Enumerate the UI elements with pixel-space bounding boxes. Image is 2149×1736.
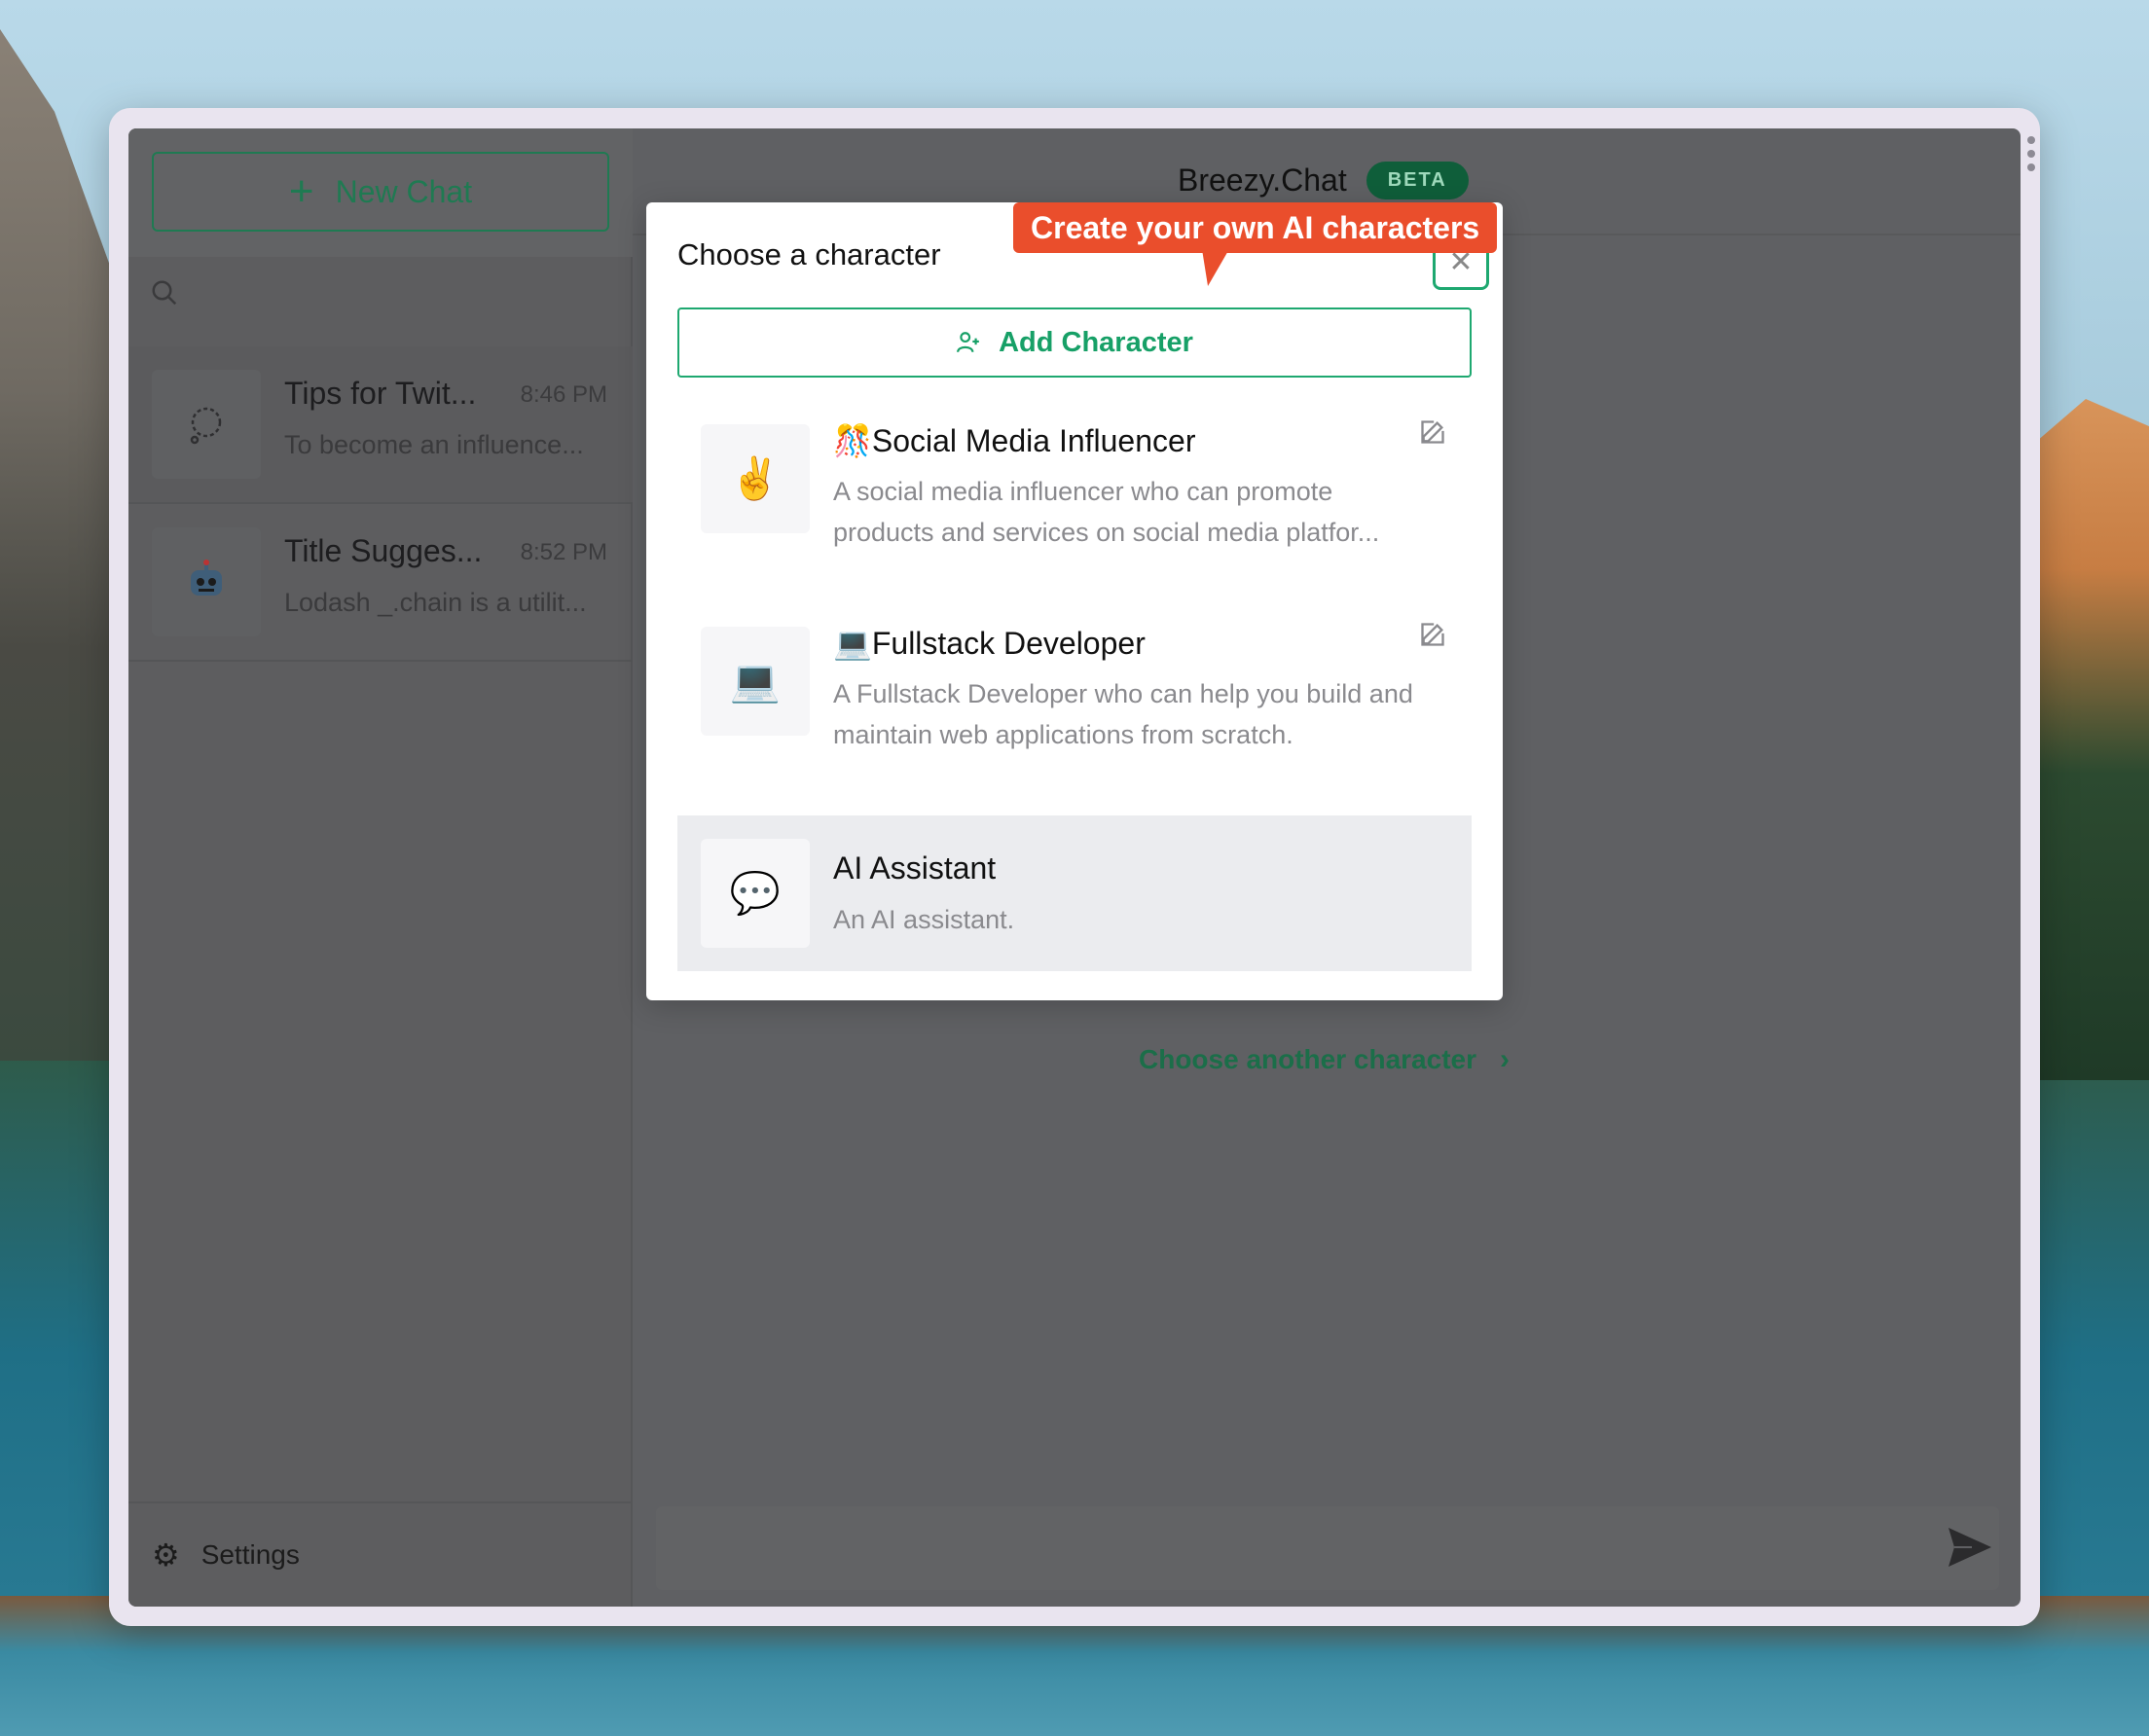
chat-preview: Lodash _.chain is a utilit... (284, 588, 587, 617)
gear-icon: ⚙ (152, 1537, 180, 1573)
message-input[interactable] (656, 1506, 1999, 1590)
create-characters-tooltip: Create your own AI characters (1013, 202, 1498, 253)
character-name: AI Assistant (833, 850, 997, 886)
thought-bubble-icon (152, 370, 261, 479)
speech-bubble-icon: 💬 (701, 839, 810, 948)
plus-icon: + (288, 167, 314, 215)
settings-label: Settings (200, 1539, 300, 1570)
character-item-ai-assistant[interactable]: 💬 AI Assistant An AI assistant. (677, 815, 1472, 971)
beta-badge: BETA (1366, 162, 1469, 199)
character-item-social-media-influencer[interactable]: ✌️ 🎊Social Media Influencer A social med… (677, 397, 1472, 576)
choose-another-label: Choose another character (1139, 1044, 1476, 1074)
send-icon[interactable] (1947, 1526, 1993, 1569)
choose-character-modal: Choose a character ✕ Create your own AI … (646, 202, 1503, 1000)
add-character-label: Add Character (999, 326, 1193, 358)
character-item-fullstack-developer[interactable]: 💻 💻Fullstack Developer A Fullstack Devel… (677, 599, 1472, 771)
choose-another-character-link[interactable]: Choose another character › (1139, 1043, 1510, 1076)
search-icon (152, 280, 177, 306)
chevron-right-icon: › (1500, 1043, 1510, 1075)
chat-preview: To become an influence... (284, 430, 584, 459)
chat-title: Title Sugges... (284, 533, 483, 568)
character-description: A Fullstack Developer who can help you b… (833, 679, 1413, 749)
add-character-button[interactable]: Add Character (677, 307, 1472, 378)
window-menu-icon[interactable] (2027, 136, 2035, 171)
background-mountain-right (2022, 399, 2149, 1080)
new-chat-label: New Chat (335, 173, 473, 209)
add-user-icon (957, 332, 979, 353)
chat-title: Tips for Twit... (284, 376, 477, 411)
victory-hand-icon: ✌️ (701, 424, 810, 533)
laptop-icon: 💻 (701, 627, 810, 736)
sidebar: + New Chat Tips for Twit... 8:46 PM To b… (128, 128, 633, 1607)
character-name: 🎊Social Media Influencer (833, 423, 1196, 458)
chat-time: 8:52 PM (520, 539, 607, 565)
app-brand: Breezy.Chat BETA (1178, 162, 1469, 199)
brand-name: Breezy.Chat (1178, 163, 1347, 198)
chat-list-item[interactable]: Tips for Twit... 8:46 PM To become an in… (128, 346, 633, 504)
modal-title: Choose a character (677, 237, 941, 271)
character-description: An AI assistant. (833, 905, 1015, 934)
robot-icon (152, 527, 261, 636)
new-chat-area: + New Chat (128, 128, 633, 257)
edit-icon[interactable] (1419, 621, 1446, 648)
chat-time: 8:46 PM (520, 381, 607, 408)
character-name: 💻Fullstack Developer (833, 626, 1146, 661)
tooltip-tail (1181, 249, 1229, 286)
character-description: A social media influencer who can promot… (833, 477, 1380, 547)
settings-button[interactable]: ⚙ Settings (128, 1501, 633, 1607)
new-chat-button[interactable]: + New Chat (152, 152, 609, 232)
chat-list-item[interactable]: Title Sugges... 8:52 PM Lodash _.chain i… (128, 504, 633, 662)
search-input[interactable] (128, 257, 633, 346)
edit-icon[interactable] (1419, 418, 1446, 446)
